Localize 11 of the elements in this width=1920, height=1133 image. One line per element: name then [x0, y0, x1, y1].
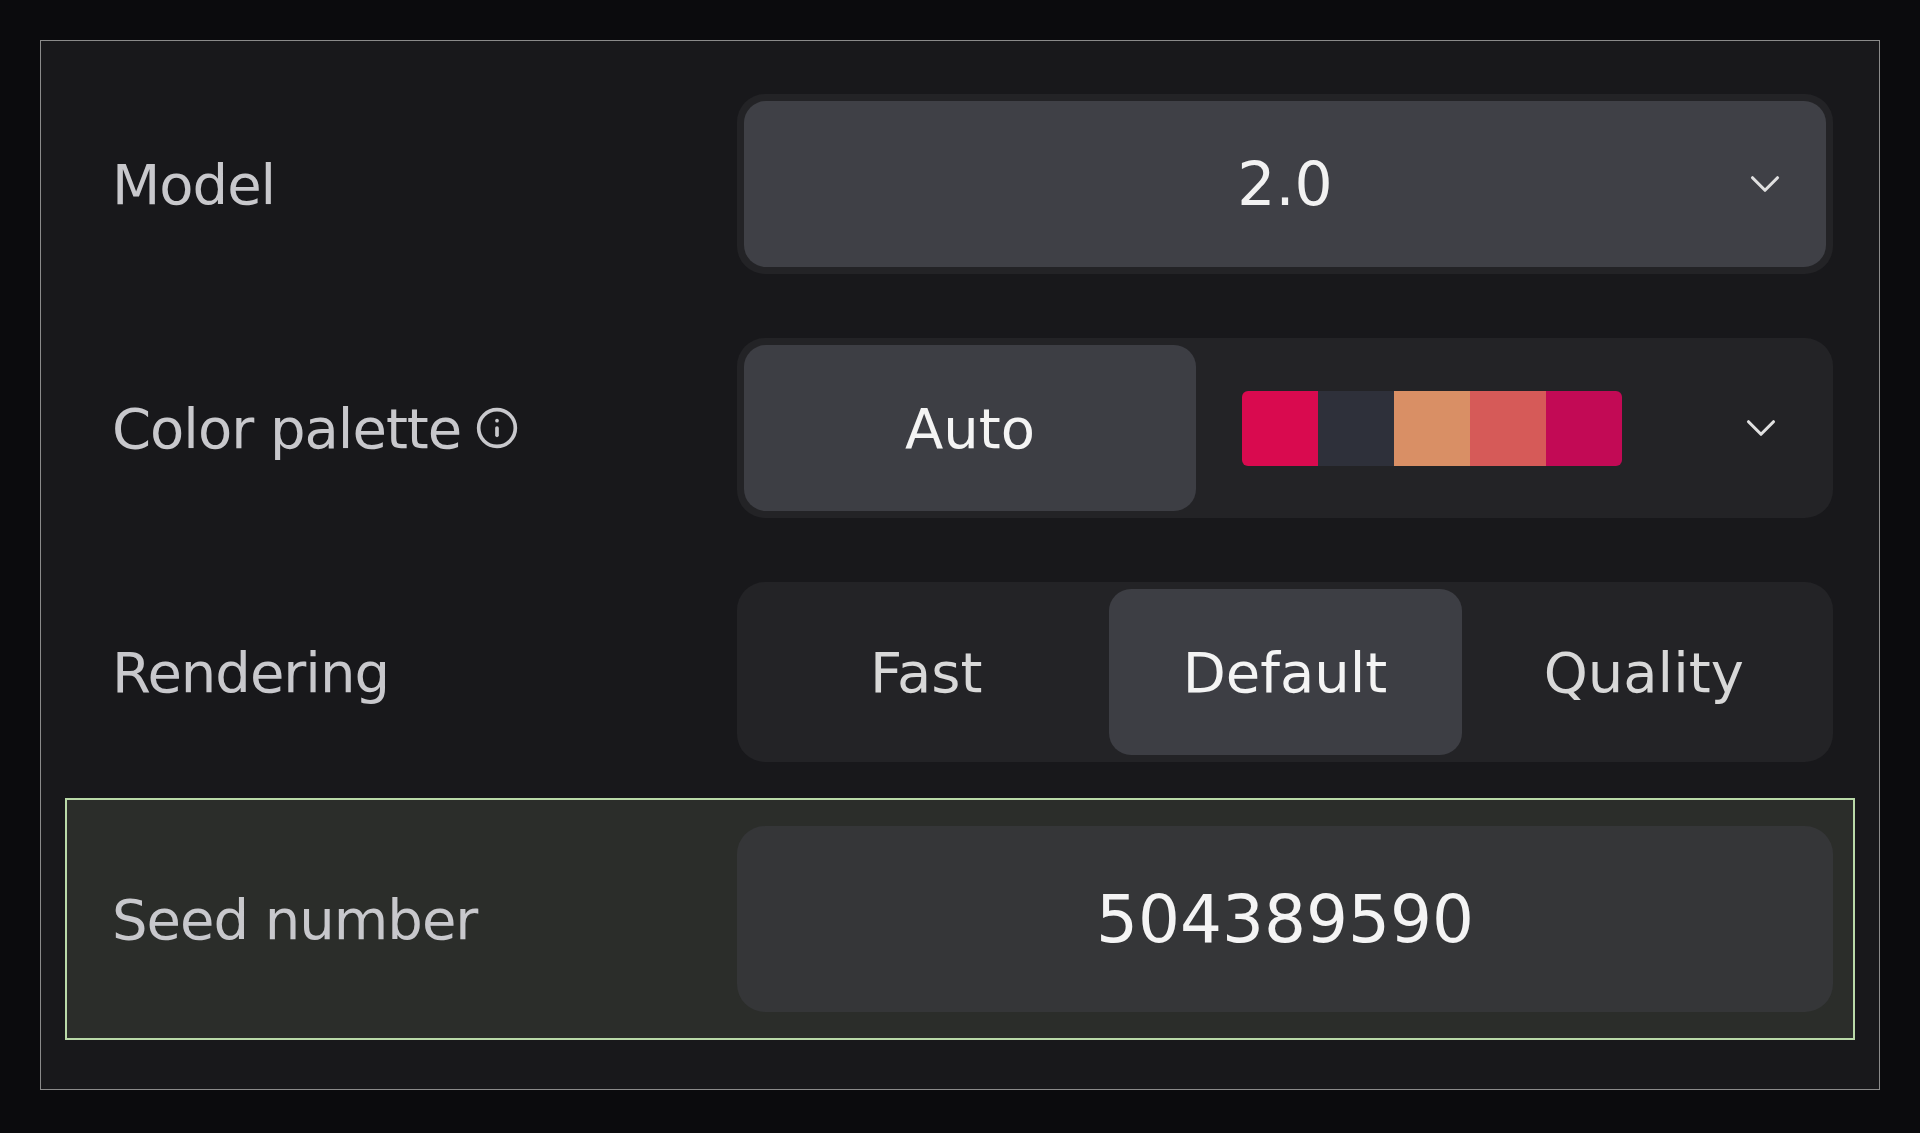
- seed-number-field[interactable]: 504389590: [737, 826, 1833, 1012]
- rendering-option[interactable]: Quality: [1461, 589, 1826, 755]
- seed-number-label: Seed number: [112, 886, 480, 952]
- rendering-option[interactable]: Default: [1108, 589, 1462, 755]
- rendering-option[interactable]: Fast: [744, 589, 1109, 755]
- rendering-label: Rendering: [112, 639, 390, 705]
- color-palette-label: Color palette: [112, 395, 462, 461]
- model-label: Model: [112, 151, 277, 217]
- auto-option[interactable]: Auto: [744, 345, 1196, 511]
- info-icon[interactable]: [475, 406, 520, 450]
- model-dropdown[interactable]: 2.0: [744, 101, 1826, 267]
